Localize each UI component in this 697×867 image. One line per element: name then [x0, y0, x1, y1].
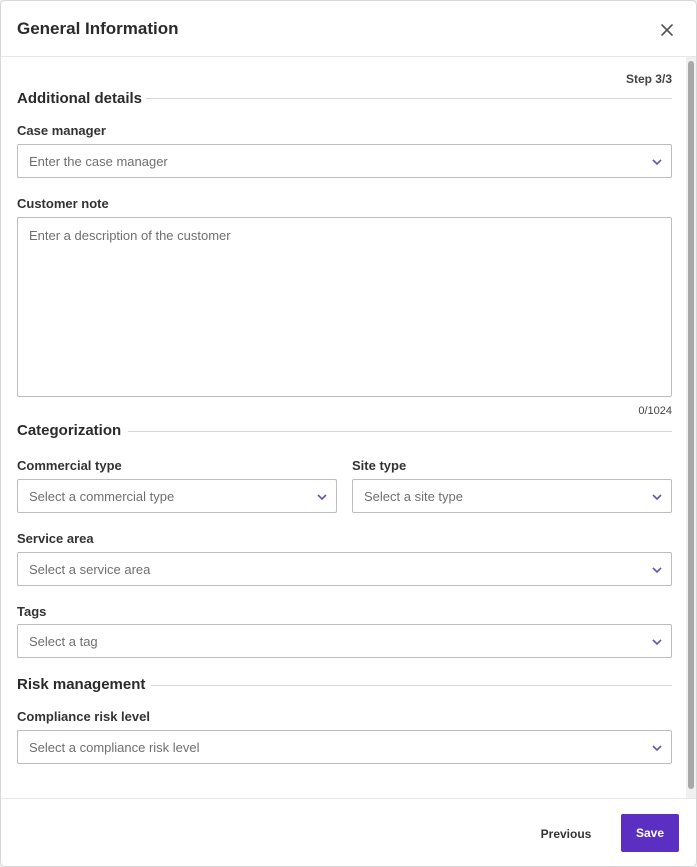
- step-indicator: Step 3/3: [625, 72, 672, 86]
- tags-label: Tags: [17, 604, 47, 619]
- chevron-down-icon: [652, 745, 662, 752]
- save-button[interactable]: Save: [621, 814, 679, 852]
- dialog-body[interactable]: Step 3/3 Additional details Case manager…: [1, 57, 696, 798]
- commercial-type-label: Commercial type: [17, 458, 122, 473]
- case-manager-label: Case manager: [17, 123, 106, 138]
- customer-note-label: Customer note: [17, 196, 109, 211]
- compliance-risk-label: Compliance risk level: [17, 709, 150, 724]
- chevron-down-icon: [652, 639, 662, 646]
- scrollbar-thumb[interactable]: [688, 61, 694, 789]
- chevron-down-icon: [652, 567, 662, 574]
- service-area-label: Service area: [17, 531, 94, 546]
- section-risk-management: Risk management: [17, 676, 146, 693]
- site-type-label: Site type: [352, 458, 407, 473]
- dialog-footer: Previous Save: [1, 798, 696, 866]
- service-area-select[interactable]: Select a service area: [17, 552, 672, 586]
- section-divider: [128, 431, 672, 432]
- chevron-down-icon: [317, 494, 327, 501]
- commercial-type-select[interactable]: Select a commercial type: [17, 479, 337, 513]
- chevron-down-icon: [652, 159, 662, 166]
- character-counter: 0/1024: [638, 405, 672, 417]
- tags-select[interactable]: Select a tag: [17, 624, 672, 658]
- compliance-risk-placeholder: Select a compliance risk level: [29, 740, 200, 755]
- tags-placeholder: Select a tag: [29, 634, 98, 649]
- site-type-placeholder: Select a site type: [364, 489, 463, 504]
- section-categorization: Categorization: [17, 422, 122, 439]
- section-additional-details: Additional details: [17, 90, 143, 107]
- customer-note-textarea[interactable]: Enter a description of the customer: [17, 217, 672, 397]
- commercial-type-placeholder: Select a commercial type: [29, 489, 175, 504]
- compliance-risk-select[interactable]: Select a compliance risk level: [17, 730, 672, 764]
- previous-button[interactable]: Previous: [531, 819, 601, 849]
- section-divider: [146, 98, 672, 99]
- service-area-placeholder: Select a service area: [29, 562, 151, 577]
- close-icon: [661, 24, 673, 36]
- case-manager-placeholder: Enter the case manager: [29, 154, 168, 169]
- chevron-down-icon: [652, 494, 662, 501]
- case-manager-select[interactable]: Enter the case manager: [17, 144, 672, 178]
- site-type-select[interactable]: Select a site type: [352, 479, 672, 513]
- dialog-title: General Information: [17, 19, 179, 38]
- close-button[interactable]: [657, 20, 677, 40]
- general-information-dialog: General Information Step 3/3 Additional …: [1, 1, 696, 866]
- dialog-header: General Information: [1, 1, 696, 57]
- section-divider: [151, 685, 672, 686]
- customer-note-placeholder: Enter a description of the customer: [29, 228, 231, 243]
